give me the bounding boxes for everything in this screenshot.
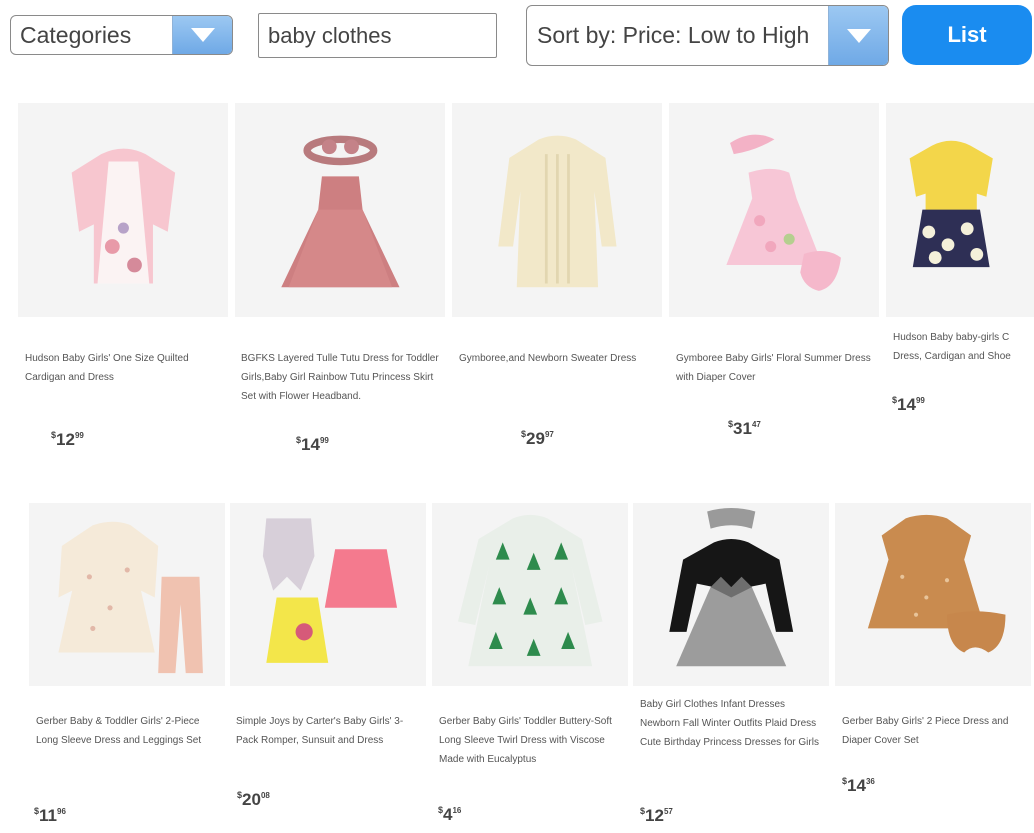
product-card[interactable]: Gymboree,and Newborn Sweater Dress $2997: [452, 103, 662, 453]
product-image[interactable]: [29, 503, 225, 686]
sort-label: Sort by: Price: Low to High: [537, 22, 810, 48]
product-title[interactable]: Gymboree Baby Girls' Floral Summer Dress…: [676, 349, 875, 387]
product-price: $1299: [51, 430, 84, 449]
product-image[interactable]: [235, 103, 445, 317]
product-price: $416: [438, 805, 462, 824]
product-image[interactable]: [18, 103, 228, 317]
product-price: $2997: [521, 429, 554, 448]
floral-summer-dress-image: [725, 135, 841, 292]
two-piece-dress-diaper-image: [867, 515, 1006, 653]
product-card[interactable]: Gerber Baby Girls' Toddler Buttery-Soft …: [432, 503, 628, 833]
product-price: $1499: [892, 395, 925, 414]
product-price: $2008: [237, 790, 270, 809]
tutu-dress-image: [280, 136, 400, 288]
product-card[interactable]: Hudson Baby Girls' One Size Quilted Card…: [18, 103, 228, 453]
product-price: $1436: [842, 776, 875, 795]
product-title[interactable]: Gerber Baby Girls' Toddler Buttery-Soft …: [439, 712, 624, 769]
yellow-cardigan-dress-image: [909, 141, 993, 268]
chevron-down-icon[interactable]: [172, 16, 232, 54]
product-price: $1499: [296, 435, 329, 453]
product-card[interactable]: Gerber Baby & Toddler Girls' 2-Piece Lon…: [29, 503, 225, 833]
product-image[interactable]: [835, 503, 1031, 686]
product-title[interactable]: Gerber Baby Girls' 2 Piece Dress and Dia…: [842, 712, 1027, 750]
list-button[interactable]: List: [902, 5, 1032, 65]
product-card[interactable]: Baby Girl Clothes Infant Dresses Newborn…: [633, 503, 829, 833]
product-title[interactable]: Hudson Baby baby-girls C Dress, Cardigan…: [893, 328, 1030, 366]
cardigan-dress-image: [71, 149, 175, 284]
product-title[interactable]: Gymboree,and Newborn Sweater Dress: [459, 349, 658, 368]
product-card[interactable]: Gymboree Baby Girls' Floral Summer Dress…: [669, 103, 879, 453]
product-card[interactable]: Gerber Baby Girls' 2 Piece Dress and Dia…: [835, 503, 1031, 833]
long-sleeve-dress-leggings-image: [58, 522, 203, 674]
categories-label: Categories: [20, 21, 132, 48]
sort-dropdown[interactable]: Sort by: Price: Low to High: [526, 5, 889, 66]
chevron-down-icon[interactable]: [828, 6, 888, 65]
product-image[interactable]: [669, 103, 879, 317]
product-card[interactable]: Simple Joys by Carter's Baby Girls' 3-Pa…: [230, 503, 426, 833]
search-input[interactable]: [258, 13, 497, 58]
product-title[interactable]: Hudson Baby Girls' One Size Quilted Card…: [25, 349, 224, 387]
categories-dropdown[interactable]: Categories: [10, 15, 233, 55]
product-card[interactable]: Hudson Baby baby-girls C Dress, Cardigan…: [886, 103, 1034, 453]
product-price: $1196: [34, 806, 66, 825]
product-price: $3147: [728, 419, 761, 438]
product-title[interactable]: Baby Girl Clothes Infant Dresses Newborn…: [640, 695, 825, 752]
product-image[interactable]: [452, 103, 662, 317]
product-image[interactable]: [230, 503, 426, 686]
three-pack-romper-image: [262, 518, 397, 664]
product-image[interactable]: [886, 103, 1034, 317]
product-title[interactable]: BGFKS Layered Tulle Tutu Dress for Toddl…: [241, 349, 441, 406]
product-price: $1257: [640, 806, 673, 825]
twirl-dress-image: [457, 515, 603, 667]
product-title[interactable]: Simple Joys by Carter's Baby Girls' 3-Pa…: [236, 712, 422, 750]
product-title[interactable]: Gerber Baby & Toddler Girls' 2-Piece Lon…: [36, 712, 221, 750]
product-image[interactable]: [432, 503, 628, 686]
product-card[interactable]: BGFKS Layered Tulle Tutu Dress for Toddl…: [235, 103, 445, 453]
product-image[interactable]: [633, 503, 829, 686]
sweater-dress-image: [497, 136, 617, 288]
plaid-birthday-dress-image: [669, 508, 793, 667]
